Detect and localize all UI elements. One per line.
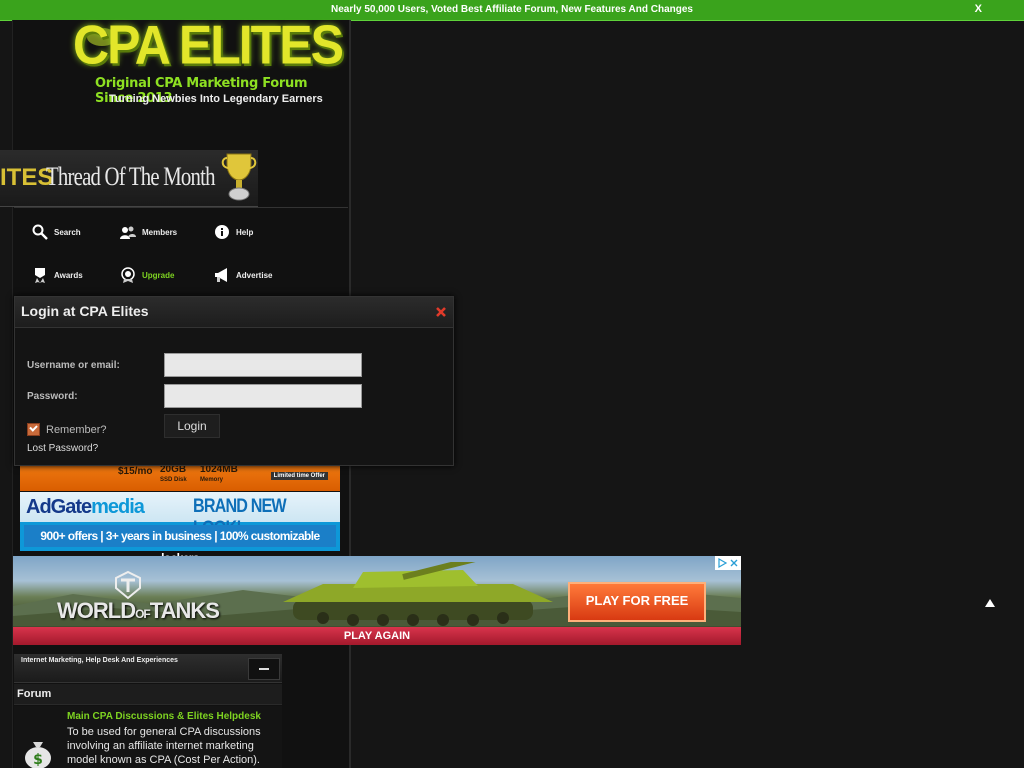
nav-members-label: Members: [142, 227, 178, 237]
nav-awards[interactable]: Awards: [32, 267, 83, 283]
forum-description: To be used for general CPA discussions i…: [67, 726, 261, 766]
nav-awards-label: Awards: [54, 270, 83, 280]
adgate-logo-a: AdGate: [26, 496, 92, 518]
collapse-button[interactable]: [248, 658, 280, 680]
adchoices-icon[interactable]: [715, 556, 741, 570]
host-offer-badge: Limited time Offer: [270, 472, 328, 480]
host-price: $15/mo: [118, 466, 153, 477]
lost-password-link[interactable]: Lost Password?: [27, 443, 98, 454]
adgate-ad-banner[interactable]: AdGatemedia BRAND NEW LOOK! 900+ offers …: [20, 492, 340, 565]
search-icon: [32, 224, 48, 240]
notice-close-button[interactable]: X: [975, 0, 982, 19]
password-field[interactable]: [164, 384, 362, 408]
forum-category-title: Internet Marketing, Help Desk And Experi…: [21, 657, 178, 664]
nav-search-label: Search: [54, 227, 81, 237]
host-ssd-label: SSD Disk: [160, 477, 187, 483]
hosting-ad-banner[interactable]: $15/mo 20GB SSD Disk 1024MB Memory Limit…: [20, 464, 340, 491]
forum-row: $ Main CPA Discussions & Elites Helpdesk…: [14, 706, 282, 768]
username-field[interactable]: [164, 353, 362, 377]
nav-upgrade-label: Upgrade: [142, 270, 175, 280]
nav-advertise-label: Advertise: [236, 270, 273, 280]
notice-text: Nearly 50,000 Users, Voted Best Affiliat…: [331, 4, 693, 15]
host-memory-label: Memory: [200, 477, 224, 483]
logo-subtitle: Turning Newbies Into Legendary Earners: [109, 93, 323, 105]
nav-search[interactable]: Search: [32, 224, 81, 240]
award-icon: [35, 268, 45, 283]
site-logo[interactable]: CPA ELITES Original CPA Marketing Forum …: [43, 14, 344, 130]
tank-illustration: [283, 562, 569, 626]
play-again-button[interactable]: PLAY AGAIN: [13, 627, 741, 645]
nav-advertise[interactable]: Advertise: [214, 267, 272, 283]
wot-logo-world: WORLD: [57, 598, 136, 623]
banner-text: Thread Of The Month: [46, 162, 215, 191]
forum-category-header: Internet Marketing, Help Desk And Experi…: [14, 654, 282, 683]
username-label: Username or email:: [27, 360, 120, 371]
nav-upgrade[interactable]: Upgrade: [120, 267, 174, 283]
close-icon[interactable]: [435, 306, 447, 318]
login-button[interactable]: Login: [164, 414, 220, 438]
forum-title-link[interactable]: Main CPA Discussions & Elites Helpdesk: [67, 711, 261, 722]
nav-members[interactable]: Members: [120, 224, 177, 240]
ad-close-icon: [730, 559, 738, 567]
remember-checkbox[interactable]: [27, 423, 40, 436]
nav-divider: [14, 207, 348, 208]
ad-info-icon: [718, 558, 727, 568]
adgate-features: 900+ offers | 3+ years in business | 100…: [24, 525, 336, 565]
play-for-free-button[interactable]: PLAY FOR FREE: [568, 582, 706, 622]
nav-help[interactable]: Help: [214, 224, 253, 240]
wot-logo: WORLDOFTANKS: [57, 598, 220, 624]
svg-text:$: $: [33, 752, 43, 768]
members-icon: [120, 226, 136, 239]
world-of-tanks-ad[interactable]: WORLDOFTANKS PLAY FOR FREE PLAY AGAIN: [13, 556, 741, 645]
megaphone-icon: [215, 268, 227, 282]
login-dialog-title: Login at CPA Elites: [15, 297, 453, 328]
nav-help-label: Help: [236, 227, 254, 237]
logo-title: CPA ELITES: [73, 14, 344, 76]
password-label: Password:: [27, 391, 78, 402]
scroll-to-top-icon[interactable]: [983, 596, 997, 610]
login-dialog: Login at CPA Elites Username or email: P…: [14, 296, 454, 466]
remember-checkbox-row[interactable]: Remember?: [27, 423, 107, 436]
wot-logo-tanks: TANKS: [149, 598, 220, 623]
remember-label: Remember?: [46, 423, 107, 436]
wot-emblem-icon: [115, 570, 141, 600]
forum-column-header: Forum: [14, 684, 282, 705]
info-icon: [215, 225, 229, 239]
forum-column-label: Forum: [17, 688, 52, 700]
upgrade-badge-icon: [121, 267, 135, 283]
money-bag-icon: $: [25, 742, 51, 768]
wot-logo-of: OF: [135, 607, 151, 621]
adgate-logo: AdGatemedia: [26, 496, 145, 519]
trophy-icon: [221, 153, 257, 201]
thread-of-month-banner[interactable]: ITES Thread Of The Month: [0, 150, 258, 207]
adgate-logo-b: media: [91, 496, 145, 518]
